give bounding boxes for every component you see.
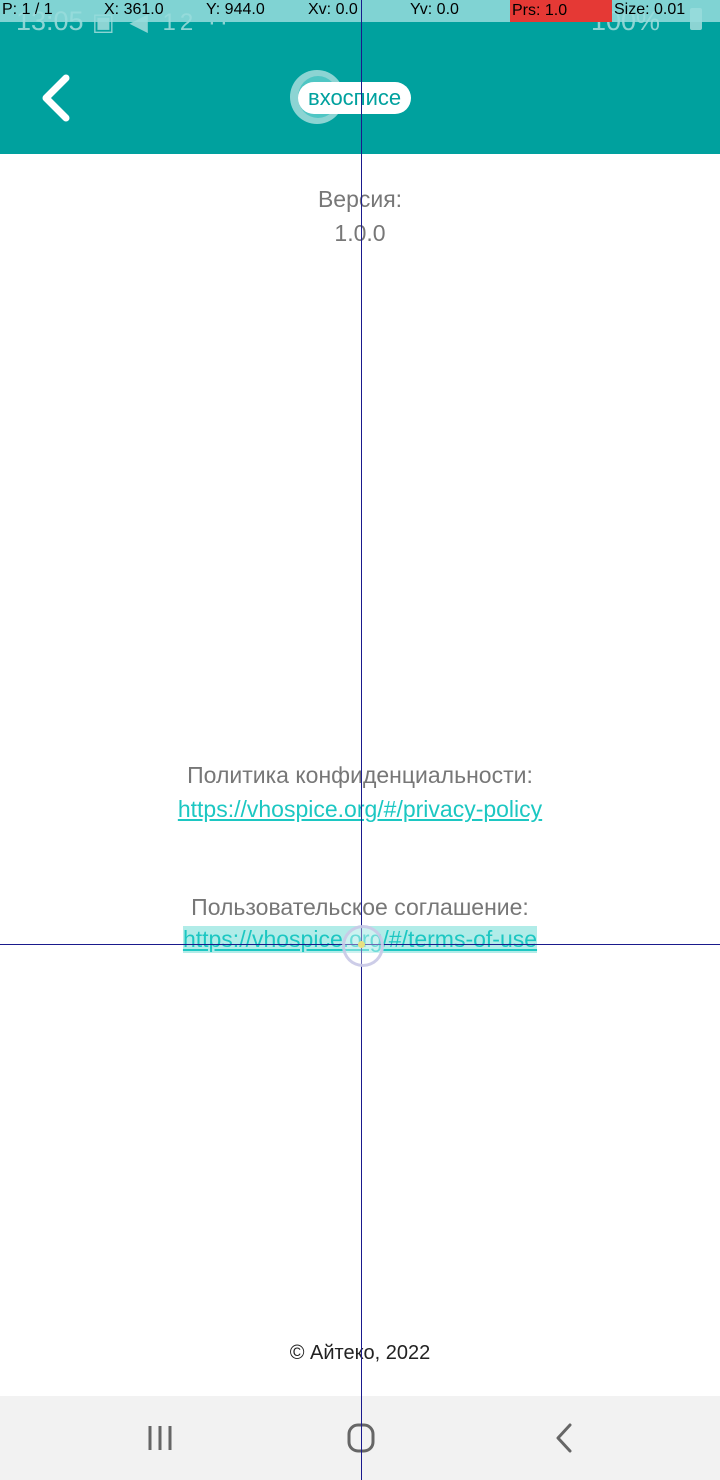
touch-point: [358, 941, 365, 948]
pointer-count: P: 1 / 1: [2, 1, 53, 18]
logo-text: вхосписе: [298, 82, 412, 114]
pointer-x: X: 361.0: [104, 1, 164, 18]
recents-icon: [148, 1426, 172, 1450]
app-logo: вхосписе: [290, 70, 430, 126]
pointer-size: Size: 0.01: [614, 1, 686, 18]
app-header: 13:05 ▣ ◀ 12 ·· 100% вхосписе: [0, 0, 720, 154]
copyright-text: © Айтеко, 2022: [289, 1342, 431, 1364]
back-icon: [556, 1423, 572, 1453]
terms-of-use-label: Пользовательское соглашение:: [191, 894, 529, 920]
pointer-y: Y: 944.0: [206, 1, 265, 18]
pointer-location-overlay: P: 1 / 1 X: 361.0 Y: 944.0 Xv: 0.0 Yv: 0…: [0, 0, 720, 22]
back-button[interactable]: [30, 70, 86, 126]
recents-button[interactable]: [136, 1414, 184, 1462]
version-label: Версия:: [317, 186, 403, 212]
pointer-yv: Yv: 0.0: [410, 1, 459, 18]
version-value: 1.0.0: [334, 220, 386, 246]
about-screen: 13:05 ▣ ◀ 12 ·· 100% вхосписе P: 1 / 1 X…: [0, 0, 720, 1480]
privacy-policy-row: https://vhospice.org/#/privacy-policy: [0, 796, 720, 823]
chevron-left-icon: [42, 74, 70, 122]
privacy-policy-link[interactable]: https://vhospice.org/#/privacy-policy: [178, 796, 542, 823]
pointer-xv: Xv: 0.0: [308, 1, 358, 18]
system-nav-bar: [0, 1396, 720, 1480]
touch-crosshair-vertical: [361, 0, 362, 1480]
nav-back-button[interactable]: [540, 1414, 588, 1462]
privacy-policy-label: Политика конфиденциальности:: [187, 762, 533, 788]
pointer-pressure: Prs: 1.0: [510, 0, 612, 22]
